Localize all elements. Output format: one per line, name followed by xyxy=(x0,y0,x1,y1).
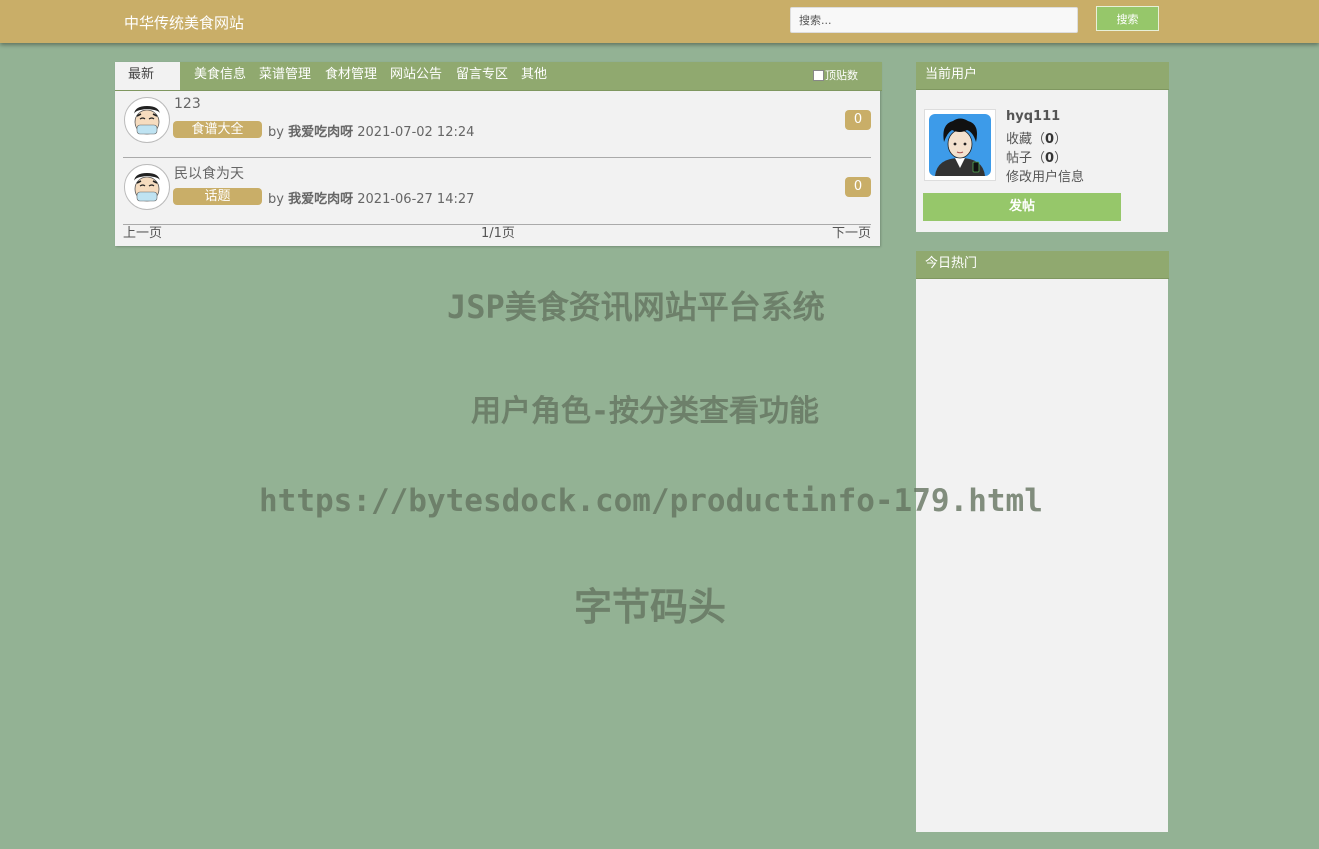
author-avatar[interactable] xyxy=(124,164,170,210)
watermark-line: 字节码头 xyxy=(574,585,727,629)
next-page-link[interactable]: 下一页 xyxy=(832,222,871,241)
tab-message-board[interactable]: 留言专区 xyxy=(456,62,508,90)
new-post-button[interactable]: 发帖 xyxy=(923,193,1121,221)
edit-profile-link[interactable]: 修改用户信息 xyxy=(1006,166,1084,185)
user-avatar[interactable] xyxy=(924,109,996,181)
watermark-line: JSP美食资讯网站平台系统 xyxy=(447,288,825,326)
post-list-panel: 最新 美食信息 菜谱管理 食材管理 网站公告 留言专区 其他 顶贴数 123 食… xyxy=(115,62,882,246)
current-user-header: 当前用户 xyxy=(916,62,1169,90)
tab-food-info[interactable]: 美食信息 xyxy=(194,62,246,90)
post-title[interactable]: 民以食为天 xyxy=(174,163,244,183)
tab-latest[interactable]: 最新 xyxy=(115,62,180,90)
current-user-panel: 当前用户 hyq111 收藏（0） 帖子（0） 修改用户信息 发帖 xyxy=(916,62,1169,232)
post-row[interactable]: 民以食为天 话题 by 我爱吃肉呀 2021-06-27 14:27 0 xyxy=(123,158,871,225)
author-avatar[interactable] xyxy=(124,97,170,143)
posts-stat[interactable]: 帖子（0） xyxy=(1006,147,1067,166)
prev-page-link[interactable]: 上一页 xyxy=(123,222,162,241)
by-label: by xyxy=(268,192,284,207)
tab-announcements[interactable]: 网站公告 xyxy=(390,62,442,90)
post-author[interactable]: 我爱吃肉呀 xyxy=(288,125,353,140)
post-row[interactable]: 123 食谱大全 by 我爱吃肉呀 2021-07-02 12:24 0 xyxy=(123,91,871,158)
post-title[interactable]: 123 xyxy=(174,96,201,112)
site-title[interactable]: 中华传统美食网站 xyxy=(124,12,244,33)
hot-today-panel: 今日热门 xyxy=(916,251,1169,832)
search-button[interactable]: 搜索 xyxy=(1096,6,1159,31)
post-datetime: 2021-06-27 14:27 xyxy=(357,192,475,207)
cartoon-avatar-icon xyxy=(126,166,168,208)
reply-count-badge: 0 xyxy=(845,110,871,130)
top-navbar: 中华传统美食网站 搜索 xyxy=(0,0,1319,43)
hot-today-header: 今日热门 xyxy=(916,251,1169,279)
username[interactable]: hyq111 xyxy=(1006,109,1060,124)
watermark-line: https://bytesdock.com/productinfo-179.ht… xyxy=(259,483,1043,519)
watermark-line: 用户角色-按分类查看功能 xyxy=(471,394,820,429)
tab-recipe-management[interactable]: 菜谱管理 xyxy=(259,62,311,90)
search-input[interactable] xyxy=(790,7,1078,33)
favorites-count: 0 xyxy=(1045,132,1055,147)
cartoon-avatar-icon xyxy=(126,99,168,141)
page-indicator: 1/1页 xyxy=(481,226,515,241)
posts-count: 0 xyxy=(1045,151,1055,166)
post-meta: by 我爱吃肉呀 2021-06-27 14:27 xyxy=(268,188,474,207)
posts-label: 帖子 xyxy=(1006,151,1033,166)
tab-other[interactable]: 其他 xyxy=(521,62,547,90)
favorites-label: 收藏 xyxy=(1006,132,1033,147)
user-avatar-icon xyxy=(929,114,991,176)
post-meta: by 我爱吃肉呀 2021-07-02 12:24 xyxy=(268,121,474,140)
pin-checkbox[interactable] xyxy=(813,69,824,81)
tab-ingredient-management[interactable]: 食材管理 xyxy=(325,62,377,90)
category-badge[interactable]: 话题 xyxy=(173,188,262,205)
category-badge[interactable]: 食谱大全 xyxy=(173,121,262,138)
pagination: 上一页 1/1页 下一页 xyxy=(123,222,871,242)
category-tab-bar: 最新 美食信息 菜谱管理 食材管理 网站公告 留言专区 其他 顶贴数 xyxy=(115,62,882,91)
post-author[interactable]: 我爱吃肉呀 xyxy=(288,192,353,207)
pin-filter-label: 顶贴数 xyxy=(825,69,858,82)
post-datetime: 2021-07-02 12:24 xyxy=(357,125,475,140)
pin-filter[interactable]: 顶贴数 xyxy=(813,67,858,83)
by-label: by xyxy=(268,125,284,140)
reply-count-badge: 0 xyxy=(845,177,871,197)
favorites-stat[interactable]: 收藏（0） xyxy=(1006,128,1067,147)
